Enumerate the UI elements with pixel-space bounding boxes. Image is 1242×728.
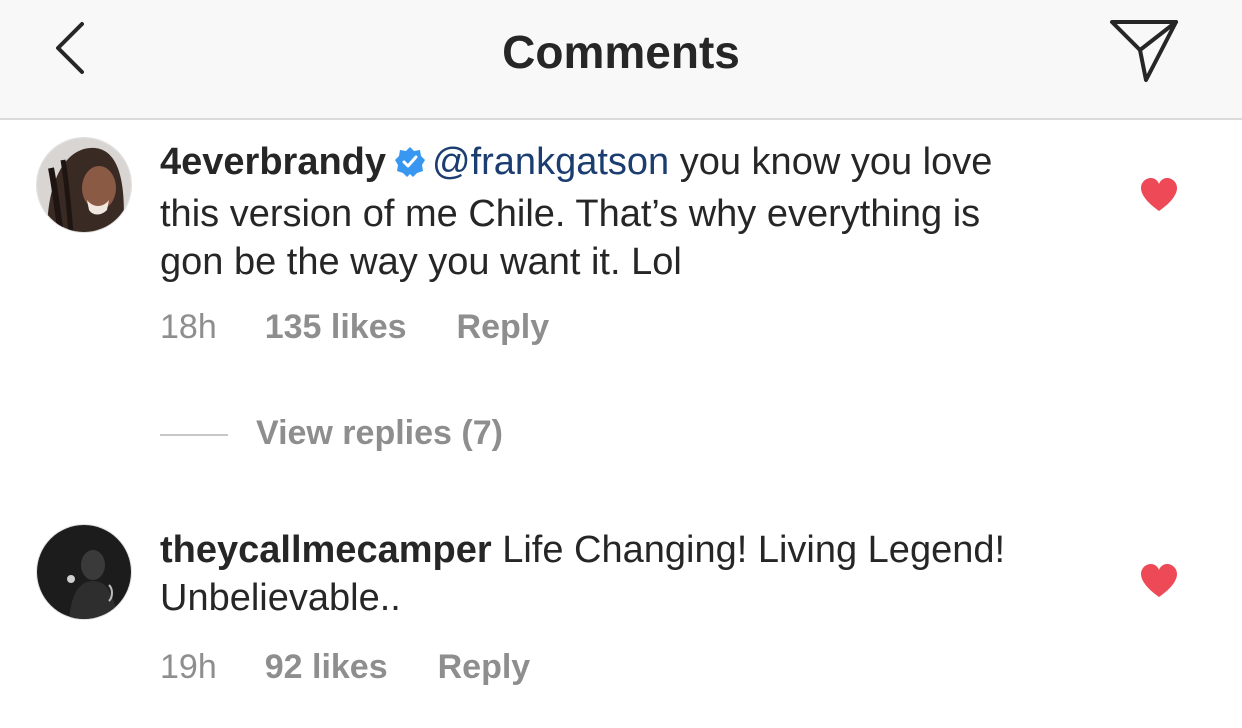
mention-link[interactable]: @frankgatson [432, 141, 669, 183]
likes-count[interactable]: 135 likes [265, 308, 407, 347]
reply-button[interactable]: Reply [457, 308, 550, 347]
comment-text: theycallmecamper Life Changing! Living L… [160, 526, 1040, 622]
paper-plane-icon [1110, 20, 1178, 82]
comment-meta: 19h 92 likes Reply [160, 648, 530, 687]
like-button[interactable] [1140, 178, 1178, 212]
likes-count[interactable]: 92 likes [265, 648, 388, 687]
header-bar: Comments [0, 0, 1242, 120]
heart-icon [1141, 564, 1177, 597]
heart-icon [1141, 178, 1177, 211]
comment-username[interactable]: 4everbrandy [160, 141, 386, 183]
divider-line [160, 434, 228, 437]
comment-text: 4everbrandy @frankgatson you know you lov… [160, 138, 1040, 286]
avatar-image [37, 138, 131, 232]
page-title: Comments [502, 26, 740, 78]
avatar-image [37, 525, 131, 619]
avatar[interactable] [36, 524, 132, 620]
comment-time: 18h [160, 308, 217, 346]
comment-time: 19h [160, 648, 217, 686]
avatar[interactable] [36, 137, 132, 233]
like-button[interactable] [1140, 564, 1178, 598]
comment-username[interactable]: theycallmecamper [160, 529, 492, 571]
reply-button[interactable]: Reply [438, 648, 531, 687]
share-button[interactable] [1106, 14, 1182, 90]
verified-badge-icon [394, 142, 426, 190]
comment-meta: 18h 135 likes Reply [160, 308, 549, 347]
view-replies-button[interactable]: View replies (7) [160, 414, 503, 458]
view-replies-label: View replies (7) [256, 414, 503, 452]
